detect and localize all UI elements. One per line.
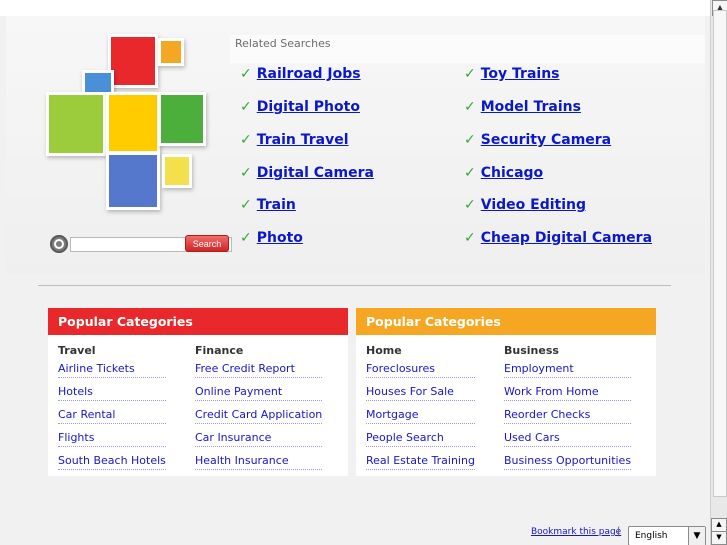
check-icon: ✓ bbox=[240, 132, 252, 148]
category-link[interactable]: Mortgage bbox=[366, 408, 475, 424]
related-search-item: ✓ Train bbox=[240, 197, 296, 213]
check-icon: ✓ bbox=[240, 66, 252, 82]
category-header: Popular Categories bbox=[48, 308, 348, 335]
logo-lightyellow-square bbox=[162, 154, 192, 188]
divider bbox=[38, 285, 671, 286]
category-link[interactable]: Reorder Checks bbox=[504, 408, 632, 424]
related-search-link[interactable]: Video Editing bbox=[481, 197, 586, 213]
related-search-link[interactable]: Train Travel bbox=[257, 132, 349, 148]
check-icon: ✓ bbox=[464, 230, 476, 246]
logo-darkgreen-square bbox=[158, 92, 206, 146]
check-icon: ✓ bbox=[464, 132, 476, 148]
logo-yellow-square bbox=[106, 92, 160, 154]
check-icon: ✓ bbox=[240, 99, 252, 115]
spin-up-icon[interactable]: ▲ bbox=[711, 518, 727, 532]
footer-separator: | bbox=[617, 526, 621, 537]
category-column-home: Home Foreclosures Houses For Sale Mortgage P… bbox=[366, 344, 475, 477]
related-search-link[interactable]: Train bbox=[257, 197, 296, 213]
category-panel-red: Popular Categories Travel Airline Tickets… bbox=[48, 308, 348, 476]
related-search-item: ✓ Toy Trains bbox=[464, 66, 560, 82]
category-header: Popular Categories bbox=[356, 308, 656, 335]
related-search-item: ✓ Train Travel bbox=[240, 132, 349, 148]
category-link[interactable]: Car Insurance bbox=[195, 431, 323, 447]
category-column-finance: Finance Free Credit Report Online Payment C… bbox=[195, 344, 323, 477]
related-search-link[interactable]: Chicago bbox=[481, 165, 543, 181]
category-link[interactable]: Foreclosures bbox=[366, 362, 475, 378]
related-search-link[interactable]: Digital Photo bbox=[257, 99, 360, 115]
category-link[interactable]: Free Credit Report bbox=[195, 362, 323, 378]
category-link[interactable]: South Beach Hotels bbox=[58, 454, 166, 470]
related-search-link[interactable]: Photo bbox=[257, 230, 303, 246]
related-search-item: ✓ Cheap Digital Camera bbox=[464, 230, 652, 246]
related-search-item: ✓ Digital Camera bbox=[240, 165, 374, 181]
related-search-link[interactable]: Digital Camera bbox=[257, 165, 374, 181]
check-icon: ✓ bbox=[464, 197, 476, 213]
logo-navy-square bbox=[106, 152, 160, 210]
check-icon: ✓ bbox=[464, 99, 476, 115]
logo-red-square bbox=[108, 34, 158, 88]
category-link[interactable]: Credit Card Application bbox=[195, 408, 323, 424]
category-link[interactable]: Airline Tickets bbox=[58, 362, 166, 378]
related-search-item: ✓ Video Editing bbox=[464, 197, 586, 213]
category-header-label: Popular Categories bbox=[58, 314, 193, 329]
related-search-item: ✓ Model Trains bbox=[464, 99, 581, 115]
related-search-link[interactable]: Cheap Digital Camera bbox=[481, 230, 652, 246]
language-value: English bbox=[635, 531, 668, 541]
bookmark-link[interactable]: Bookmark this page bbox=[531, 527, 621, 537]
check-icon: ✓ bbox=[240, 165, 252, 181]
vertical-scrollbar[interactable]: ▲ bbox=[710, 0, 727, 545]
spin-down-icon[interactable]: ▼ bbox=[711, 531, 727, 545]
category-link[interactable]: Used Cars bbox=[504, 431, 632, 447]
related-search-link[interactable]: Model Trains bbox=[481, 99, 581, 115]
category-link[interactable]: Flights bbox=[58, 431, 166, 447]
check-icon: ✓ bbox=[464, 66, 476, 82]
category-column-travel: Travel Airline Tickets Hotels Car Rental Fli… bbox=[58, 344, 166, 477]
category-column-title: Finance bbox=[195, 344, 244, 357]
top-band bbox=[0, 0, 710, 16]
category-link[interactable]: Business Opportunities bbox=[504, 454, 632, 470]
related-search-item: ✓ Photo bbox=[240, 230, 303, 246]
category-link[interactable]: Real Estate Training bbox=[366, 454, 475, 470]
category-link[interactable]: Online Payment bbox=[195, 385, 323, 401]
category-column-business: Business Employment Work From Home Reorder … bbox=[504, 344, 632, 477]
related-search-link[interactable]: Security Camera bbox=[481, 132, 611, 148]
related-search-item: ✓ Security Camera bbox=[464, 132, 611, 148]
category-link[interactable]: Employment bbox=[504, 362, 632, 378]
magnifier-icon bbox=[50, 235, 68, 253]
logo-green-square bbox=[46, 92, 106, 156]
page: Search Related Searches ✓ Railroad Jobs ✓ D… bbox=[0, 0, 710, 545]
category-panel-orange: Popular Categories Home Foreclosures House… bbox=[356, 308, 656, 476]
related-searches-heading: Related Searches bbox=[235, 37, 331, 50]
category-link[interactable]: Health Insurance bbox=[195, 454, 323, 470]
check-icon: ✓ bbox=[240, 230, 252, 246]
category-column-title: Home bbox=[366, 344, 402, 357]
logo-orange-square bbox=[158, 38, 184, 66]
check-icon: ✓ bbox=[464, 165, 476, 181]
category-link[interactable]: Hotels bbox=[58, 385, 166, 401]
related-search-item: ✓ Chicago bbox=[464, 165, 543, 181]
scrollbar-thumb[interactable] bbox=[713, 10, 727, 497]
category-column-title: Business bbox=[504, 344, 559, 357]
category-link[interactable]: Work From Home bbox=[504, 385, 632, 401]
related-search-item: ✓ Digital Photo bbox=[240, 99, 360, 115]
check-icon: ✓ bbox=[240, 197, 252, 213]
related-search-link[interactable]: Toy Trains bbox=[481, 66, 560, 82]
category-column-title: Travel bbox=[58, 344, 96, 357]
search-button[interactable]: Search bbox=[185, 235, 229, 252]
category-header-label: Popular Categories bbox=[366, 314, 501, 329]
site-logo bbox=[40, 30, 210, 210]
language-select[interactable]: English ▼ bbox=[628, 526, 706, 545]
category-link[interactable]: Houses For Sale bbox=[366, 385, 475, 401]
category-link[interactable]: People Search bbox=[366, 431, 475, 447]
related-search-item: ✓ Railroad Jobs bbox=[240, 66, 361, 82]
chevron-down-icon[interactable]: ▼ bbox=[688, 527, 705, 545]
related-search-link[interactable]: Railroad Jobs bbox=[257, 66, 361, 82]
category-link[interactable]: Car Rental bbox=[58, 408, 166, 424]
